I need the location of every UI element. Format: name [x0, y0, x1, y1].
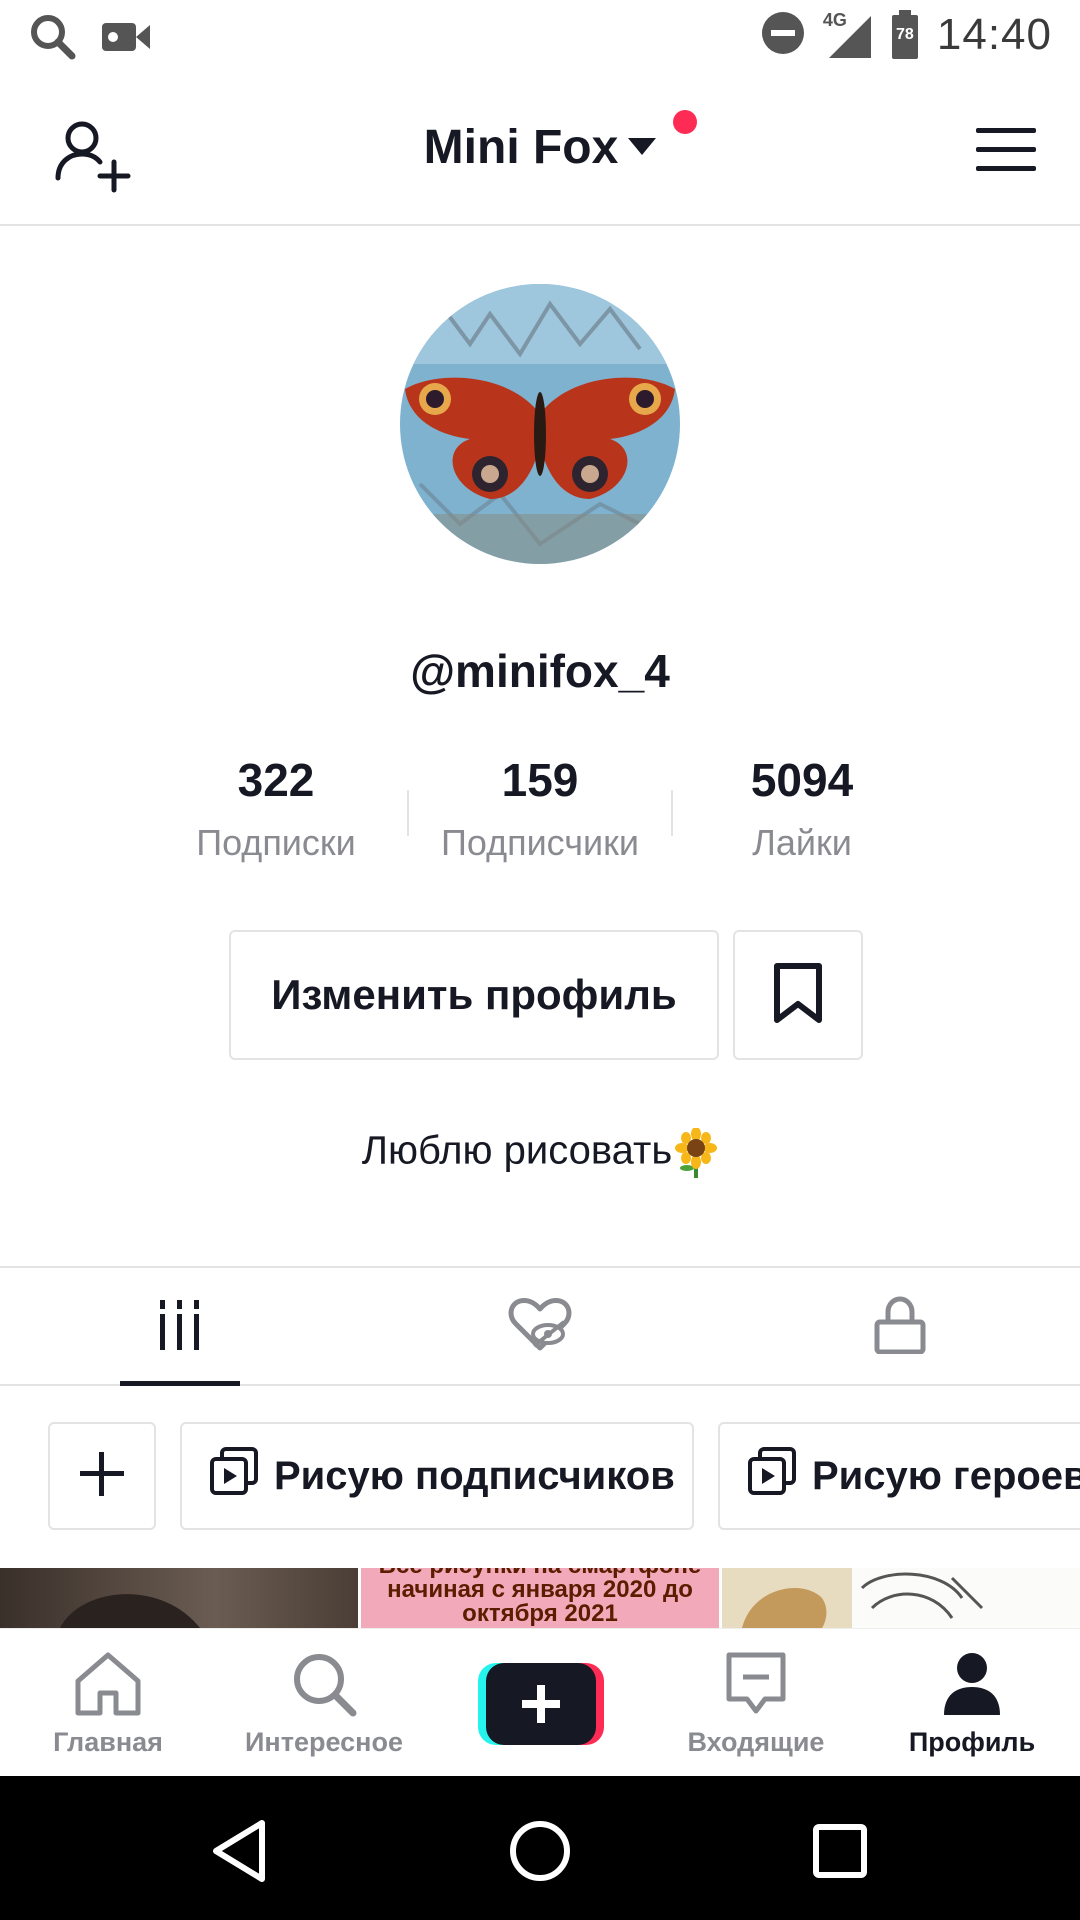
profile-stats: 322 Подписки 159 Подписчики 5094 Лайки — [0, 752, 1080, 872]
recents-icon[interactable] — [805, 1816, 875, 1886]
nav-inbox[interactable]: Входящие — [648, 1629, 864, 1777]
tab-private[interactable] — [720, 1268, 1080, 1386]
bookmark-icon — [772, 962, 824, 1029]
hidden-likes-icon — [508, 1297, 572, 1357]
profile-tabs — [0, 1266, 1080, 1386]
video-thumbnail[interactable] — [722, 1568, 1080, 1628]
username: @minifox_4 — [410, 645, 670, 697]
avatar[interactable] — [400, 284, 680, 564]
nav-profile[interactable]: Профиль — [864, 1629, 1080, 1777]
following-count: 322 — [237, 754, 315, 806]
video-thumbnail[interactable] — [0, 1568, 358, 1628]
account-name: Mini Fox — [423, 121, 619, 174]
following-label: Подписки — [196, 822, 356, 863]
bio: Люблю рисовать — [0, 1127, 1080, 1178]
favorites-button[interactable] — [733, 930, 863, 1060]
nav-discover-label: Интересное — [245, 1727, 403, 1757]
create-video-button[interactable] — [478, 1663, 604, 1745]
likes-label: Лайки — [752, 822, 852, 863]
do-not-disturb-icon — [761, 11, 805, 60]
nav-home[interactable]: Главная — [0, 1629, 216, 1777]
playlist-label: Рисую героев — [812, 1453, 1080, 1498]
stat-followers[interactable]: 159 Подписчики — [410, 752, 670, 864]
edit-profile-button[interactable]: Изменить профиль — [229, 930, 719, 1060]
top-nav: Mini Fox — [0, 76, 1080, 226]
bottom-nav: Главная Интересное Входящие Профиль — [0, 1628, 1080, 1776]
plus-icon — [78, 1450, 126, 1503]
account-switcher[interactable]: Mini Fox — [0, 120, 1080, 175]
nav-profile-label: Профиль — [908, 1727, 1036, 1757]
nav-inbox-label: Входящие — [687, 1727, 825, 1757]
add-playlist-button[interactable] — [48, 1422, 156, 1530]
playlist-icon — [746, 1445, 798, 1507]
divider — [407, 790, 409, 836]
profile-icon — [942, 1651, 1002, 1722]
stat-likes[interactable]: 5094 Лайки — [672, 752, 932, 864]
sunflower-icon — [674, 1127, 718, 1178]
tab-liked[interactable] — [360, 1268, 720, 1386]
notification-dot — [673, 110, 697, 134]
lock-icon — [874, 1295, 926, 1359]
nav-home-label: Главная — [53, 1727, 163, 1757]
battery-icon: 78 — [891, 10, 919, 60]
playlist-chip[interactable]: Рисую героев — [718, 1422, 1080, 1530]
followers-count: 159 — [501, 754, 579, 806]
playlist-icon — [208, 1445, 260, 1507]
menu-icon[interactable] — [976, 126, 1036, 174]
search-icon — [291, 1651, 357, 1722]
playlists-row: Рисую подписчиков Рисую героев — [0, 1422, 1080, 1530]
back-icon[interactable] — [205, 1816, 275, 1886]
tab-videos[interactable] — [0, 1268, 360, 1386]
system-nav-bar — [0, 1776, 1080, 1920]
video-caption: Все рисунки на смартфоне начиная с январ… — [379, 1568, 702, 1627]
home-icon — [72, 1651, 144, 1722]
nav-discover[interactable]: Интересное — [216, 1629, 432, 1777]
playlist-label: Рисую подписчиков — [274, 1453, 675, 1498]
likes-count: 5094 — [750, 754, 854, 806]
chevron-down-icon — [628, 137, 657, 155]
search-notification-icon — [28, 12, 78, 67]
home-button-icon[interactable] — [505, 1816, 575, 1886]
status-bar: 4G 78 14:40 — [0, 0, 1080, 76]
playlist-chip[interactable]: Рисую подписчиков — [180, 1422, 694, 1530]
inbox-icon — [725, 1651, 787, 1722]
bio-text: Люблю рисовать — [361, 1128, 673, 1173]
video-camera-icon — [100, 17, 152, 62]
grid-icon — [156, 1299, 204, 1355]
video-grid: Все рисунки на смартфоне начиная с январ… — [0, 1568, 1080, 1628]
video-thumbnail[interactable]: Все рисунки на смартфоне начиная с январ… — [361, 1568, 719, 1628]
active-tab-indicator — [120, 1381, 240, 1386]
stat-following[interactable]: 322 Подписки — [146, 752, 406, 864]
followers-label: Подписчики — [440, 822, 640, 863]
signal-4g-icon: 4G — [823, 10, 873, 60]
clock: 14:40 — [936, 10, 1052, 59]
